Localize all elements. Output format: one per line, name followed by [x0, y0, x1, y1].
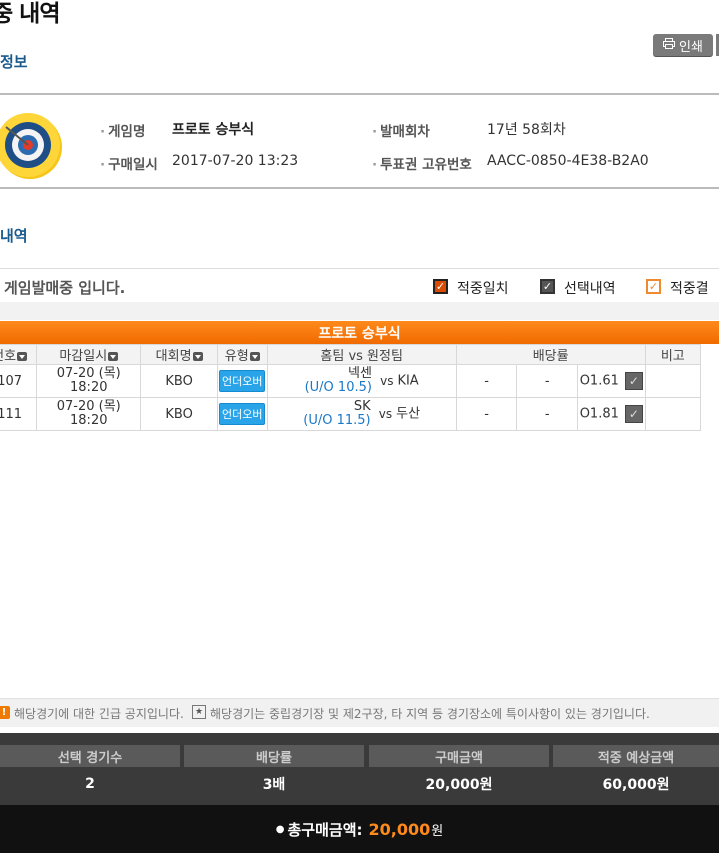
col-type[interactable]: 유형 [216, 344, 268, 365]
sort-icon[interactable] [108, 352, 119, 361]
print-label: 인쇄 [679, 39, 703, 55]
purchase-time-value: 2017-07-20 13:23 [172, 153, 299, 169]
summary-header-odds: 배당률 [184, 745, 364, 767]
legend-selected: 선택내역 [564, 281, 616, 297]
star-icon: ★ [192, 705, 206, 719]
total-amount: 20,000 [368, 819, 431, 839]
ticket-id-value: AACC-0850-4E38-B2A0 [487, 153, 649, 169]
type-badge: 언더오버 [219, 370, 266, 392]
home-team: SK [353, 399, 371, 414]
status-text: 게임발매중 입니다. [4, 279, 126, 297]
odds-win: - [455, 364, 518, 398]
odds-over: O1.61 ✓ [577, 364, 646, 398]
sort-icon[interactable] [192, 352, 203, 361]
summary-amount: 20,000원 [425, 777, 493, 793]
print-button[interactable]: 인쇄 [653, 34, 713, 56]
away-team: KIA [397, 373, 419, 389]
divider [0, 187, 719, 189]
round-label: 발매회차 [372, 120, 430, 140]
table-row: 111 07-20 (목) 18:20 KBO 언더오버 SK (U/O 11.5… [0, 397, 702, 431]
table-row: 107 07-20 (목) 18:20 KBO 언더오버 넥센 (U/O 10.5… [0, 364, 702, 398]
summary-odds: 3배 [262, 777, 286, 793]
summary-expected: 60,000원 [602, 777, 670, 793]
game-number: 111 [0, 397, 38, 431]
teams: SK (U/O 11.5) vs 두산 [266, 397, 457, 431]
type-cell: 언더오버 [216, 364, 268, 398]
spacer-strip [0, 302, 719, 320]
round-value: 17년 58회차 [487, 122, 566, 138]
note [644, 364, 702, 398]
summary-header-amount: 구매금액 [369, 745, 549, 767]
col-deadline[interactable]: 마감일시 [36, 344, 142, 365]
urgent-notice: 해당경기에 대한 긴급 공지입니다. [14, 707, 184, 721]
col-teams: 홈팀 vs 원정팀 [266, 344, 457, 365]
game-number: 107 [0, 364, 38, 398]
total-unit: 원 [431, 823, 444, 839]
away-team: 두산 [396, 406, 421, 422]
table-header-row: 번호 마감일시 대회명 유형 홈팀 vs 원정팀 배당률 비고 [0, 344, 702, 365]
target-icon [0, 111, 64, 185]
odds-draw: - [516, 397, 579, 431]
check-icon: ✓ [433, 279, 448, 294]
versus: vs [380, 373, 394, 388]
print-icon [663, 37, 676, 53]
notice-bar: ! 해당경기에 대한 긴급 공지입니다. ★ 해당경기는 중립경기장 및 제2구… [0, 698, 719, 727]
type-cell: 언더오버 [216, 397, 268, 431]
total-bar: ● 총구매금액: 20,000 원 [0, 805, 719, 853]
deadline: 07-20 (목) 18:20 [36, 397, 142, 431]
type-badge: 언더오버 [219, 403, 266, 425]
sort-icon[interactable] [17, 352, 28, 361]
col-number[interactable]: 번호 [0, 344, 38, 365]
games-table: 번호 마감일시 대회명 유형 홈팀 vs 원정팀 배당률 비고 107 07-2… [0, 344, 702, 431]
odds-win: - [455, 397, 518, 431]
odds-over: O1.81 ✓ [577, 397, 646, 431]
ticket-id-label: 투표권 고유번호 [372, 153, 472, 173]
check-icon: ✓ [646, 279, 661, 294]
info-section-title: 정보 [0, 53, 28, 71]
col-odds: 배당률 [455, 344, 646, 365]
purchase-time-label: 구매일시 [100, 153, 158, 173]
versus: vs [378, 406, 393, 421]
history-section-title: 내역 [0, 227, 28, 245]
bullet-icon: ● [275, 823, 285, 835]
summary-panel [0, 733, 719, 805]
summary-header-expected: 적중 예상금액 [553, 745, 719, 767]
divider [0, 93, 719, 95]
check-icon: ✓ [624, 405, 643, 423]
league: KBO [140, 397, 218, 431]
summary-header-games: 선택 경기수 [0, 745, 180, 767]
home-team: 넥센 [348, 366, 372, 381]
teams: 넥센 (U/O 10.5) vs KIA [266, 364, 457, 398]
sort-icon[interactable] [249, 352, 260, 361]
under-over-line: (U/O 10.5) [304, 380, 372, 395]
page-title: 중 내역 [0, 1, 60, 27]
odds-draw: - [516, 364, 579, 398]
note [644, 397, 702, 431]
check-icon: ✓ [624, 372, 643, 390]
league: KBO [140, 364, 218, 398]
table-title: 프로토 승부식 [0, 321, 719, 344]
neutral-notice: 해당경기는 중립경기장 및 제2구장, 타 지역 등 경기장소에 특이사항이 있… [210, 707, 650, 721]
game-name-label: 게임명 [100, 120, 145, 140]
deadline: 07-20 (목) 18:20 [36, 364, 142, 398]
total-label: 총구매금액: [287, 820, 363, 839]
game-name-value: 프로토 승부식 [172, 122, 255, 138]
legend-hit: 적중일치 [457, 281, 509, 297]
under-over-line: (U/O 11.5) [303, 413, 371, 428]
check-icon: ✓ [540, 279, 555, 294]
summary-games: 2 [85, 776, 95, 792]
col-note: 비고 [644, 344, 702, 365]
col-league[interactable]: 대회명 [140, 344, 218, 365]
warning-icon: ! [0, 706, 10, 719]
